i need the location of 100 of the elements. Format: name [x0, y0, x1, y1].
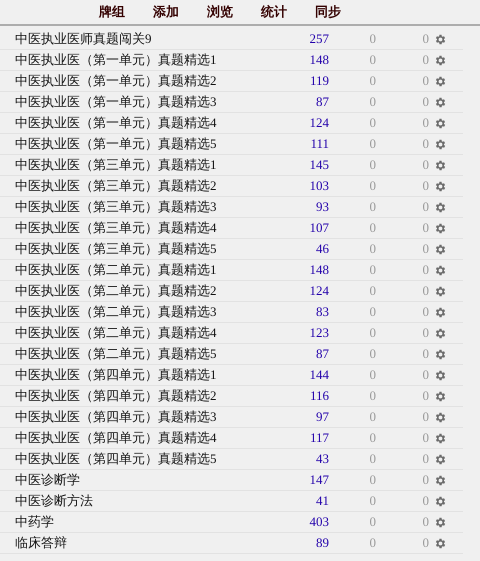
deck-name[interactable]: 中医执业医（第二单元）真题精选1 [15, 260, 289, 280]
learn-count: 0 [368, 429, 376, 448]
due-count: 0 [422, 198, 429, 216]
due-count: 0 [422, 429, 429, 448]
deck-name[interactable]: 中医诊断学 [15, 470, 289, 490]
new-count: 403 [308, 513, 329, 532]
due-count: 0 [422, 156, 429, 174]
learn-count: 0 [368, 177, 376, 196]
gear-icon [434, 536, 446, 550]
gear-icon [434, 306, 446, 318]
learn-count: 0 [368, 135, 376, 154]
deck-name[interactable]: 中医执业医（第三单元）真题精选1 [15, 155, 289, 175]
gear-icon [434, 326, 446, 340]
deck-name[interactable]: 中医执业医（第二单元）真题精选5 [15, 344, 289, 364]
new-count: 46 [315, 240, 329, 258]
new-count: 145 [308, 156, 329, 174]
learn-count: 0 [368, 303, 376, 322]
gear-icon [434, 116, 446, 130]
due-count: 0 [422, 534, 429, 552]
gear-icon [434, 54, 446, 66]
gear-icon [434, 222, 446, 234]
deck-name[interactable]: 中医执业医（第四单元）真题精选4 [15, 428, 289, 448]
learn-count: 0 [368, 30, 376, 48]
learn-count: 0 [368, 72, 376, 90]
gear-icon [434, 284, 446, 298]
toolbar-link[interactable]: 浏览 [207, 2, 233, 22]
due-count: 0 [422, 219, 429, 238]
learn-count: 0 [368, 534, 376, 552]
new-count: 123 [308, 324, 329, 342]
learn-count: 0 [368, 240, 376, 258]
gear-icon [434, 390, 446, 402]
due-count: 0 [422, 513, 429, 532]
learn-count: 0 [368, 492, 376, 510]
due-count: 0 [422, 303, 429, 322]
gear-icon [434, 494, 446, 508]
learn-count: 0 [368, 471, 376, 490]
new-count: 97 [315, 408, 329, 426]
new-count: 119 [308, 72, 329, 90]
deck-name[interactable]: 中医执业医（第一单元）真题精选3 [15, 92, 289, 112]
deck-name[interactable]: 中医执业医（第三单元）真题精选4 [15, 218, 289, 238]
learn-count: 0 [368, 51, 376, 70]
deck-name[interactable]: 中医执业医（第二单元）真题精选2 [15, 281, 289, 301]
learn-count: 0 [368, 261, 376, 280]
deck-name[interactable]: 中医执业医（第四单元）真题精选2 [15, 386, 289, 406]
learn-count: 0 [368, 345, 376, 364]
toolbar-link[interactable]: 添加 [153, 2, 179, 22]
toolbar-link[interactable]: 同步 [315, 2, 341, 22]
gear-icon [434, 242, 446, 256]
gear-icon [434, 452, 446, 466]
deck-name[interactable]: 中医执业医（第三单元）真题精选2 [15, 176, 289, 196]
due-count: 0 [422, 135, 429, 154]
learn-count: 0 [368, 156, 376, 174]
deck-name[interactable]: 中医执业医（第四单元）真题精选1 [15, 365, 289, 385]
toolbar-link[interactable]: 牌组 [99, 2, 125, 22]
gear-icon [434, 368, 446, 382]
deck-name[interactable]: 中医执业医（第一单元）真题精选5 [15, 134, 289, 154]
new-count: 87 [315, 345, 329, 364]
gear-icon [434, 432, 446, 444]
deck-name[interactable]: 中医执业医（第一单元）真题精选2 [15, 71, 289, 91]
due-count: 0 [422, 240, 429, 258]
learn-count: 0 [368, 93, 376, 112]
due-count: 0 [422, 93, 429, 112]
deck-name[interactable]: 中医执业医（第四单元）真题精选3 [15, 407, 289, 427]
due-count: 0 [422, 492, 429, 510]
new-count: 93 [315, 198, 329, 216]
learn-count: 0 [368, 282, 376, 300]
deck-name[interactable]: 中医执业医（第三单元）真题精选3 [15, 197, 289, 217]
due-count: 0 [422, 177, 429, 196]
learn-count: 0 [368, 513, 376, 532]
new-count: 111 [309, 135, 329, 154]
deck-name[interactable]: 中医执业医（第二单元）真题精选4 [15, 323, 289, 343]
gear-icon [434, 158, 446, 172]
new-count: 89 [315, 534, 329, 552]
due-count: 0 [422, 345, 429, 364]
gear-icon [434, 516, 446, 528]
gear-icon [434, 138, 446, 150]
new-count: 124 [308, 114, 329, 132]
learn-count: 0 [368, 324, 376, 342]
due-count: 0 [422, 471, 429, 490]
due-count: 0 [422, 366, 429, 384]
new-count: 87 [315, 93, 329, 112]
deck-name[interactable]: 中医执业医（第三单元）真题精选5 [15, 239, 289, 259]
new-count: 43 [315, 450, 329, 468]
new-count: 147 [308, 471, 329, 490]
due-count: 0 [422, 282, 429, 300]
deck-name[interactable]: 中医执业医师真题闯关9 [15, 29, 289, 49]
deck-name[interactable]: 中医执业医（第一单元）真题精选1 [15, 50, 289, 70]
due-count: 0 [422, 408, 429, 426]
gear-icon [434, 96, 446, 108]
gear-icon [434, 474, 446, 486]
deck-name[interactable]: 中医诊断方法 [15, 491, 289, 511]
deck-name[interactable]: 中医执业医（第二单元）真题精选3 [15, 302, 289, 322]
toolbar-link[interactable]: 统计 [261, 2, 287, 22]
deck-name[interactable]: 临床答辩 [15, 533, 289, 553]
learn-count: 0 [368, 387, 376, 406]
deck-name[interactable]: 中医执业医（第四单元）真题精选5 [15, 449, 289, 469]
due-count: 0 [422, 387, 429, 406]
gear-icon [434, 200, 446, 214]
deck-name[interactable]: 中医执业医（第一单元）真题精选4 [15, 113, 289, 133]
deck-name[interactable]: 中药学 [15, 512, 289, 532]
